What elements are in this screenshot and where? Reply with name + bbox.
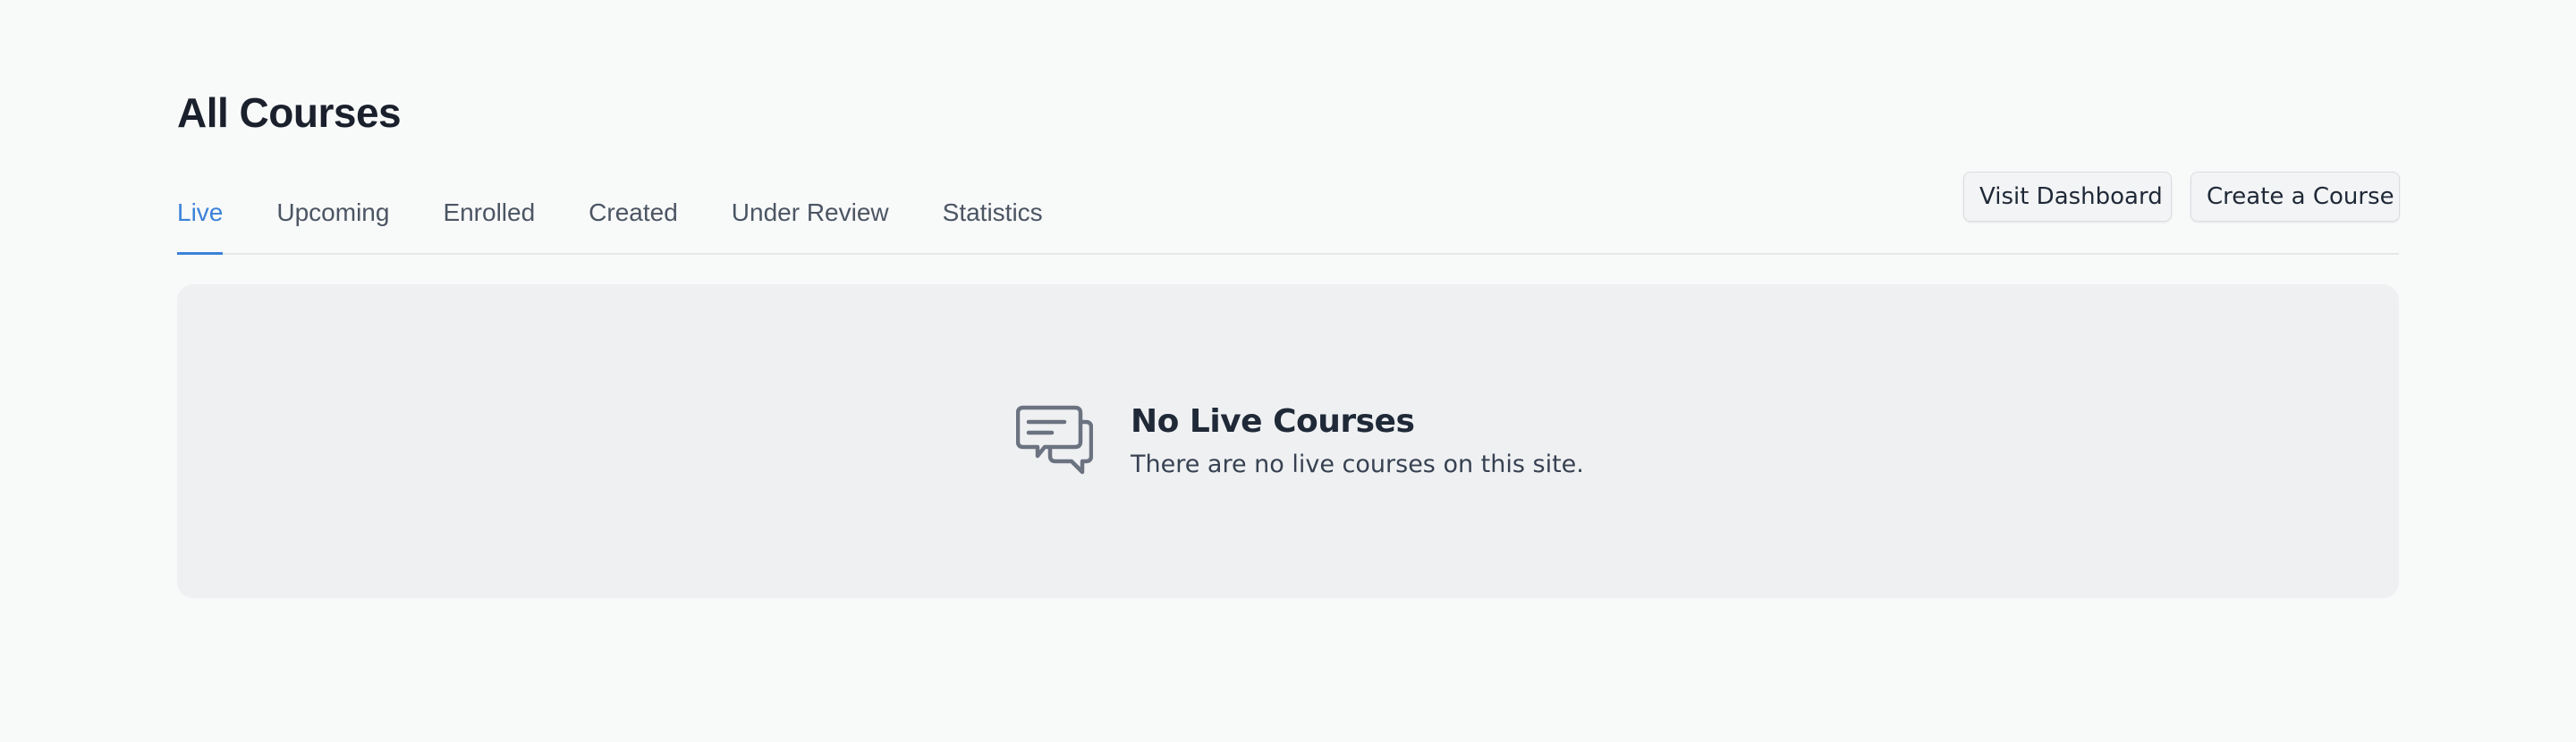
visit-dashboard-button[interactable]: Visit Dashboard — [1963, 172, 2172, 222]
tab-upcoming[interactable]: Upcoming — [276, 168, 389, 253]
create-course-button[interactable]: Create a Course — [2190, 172, 2400, 222]
tab-under-review[interactable]: Under Review — [732, 168, 889, 253]
courses-page: All Courses Live Upcoming Enrolled Creat… — [0, 0, 2576, 742]
tab-list: Live Upcoming Enrolled Created Under Rev… — [177, 168, 1097, 255]
page-title: All Courses — [177, 89, 402, 136]
tab-created[interactable]: Created — [589, 168, 678, 253]
tab-live[interactable]: Live — [177, 168, 224, 255]
empty-state-message: There are no live courses on this site. — [1131, 451, 1584, 478]
tab-enrolled[interactable]: Enrolled — [443, 168, 535, 253]
chat-bubbles-icon — [1016, 405, 1093, 475]
empty-state-title: No Live Courses — [1131, 403, 1415, 440]
tab-statistics[interactable]: Statistics — [943, 168, 1043, 253]
